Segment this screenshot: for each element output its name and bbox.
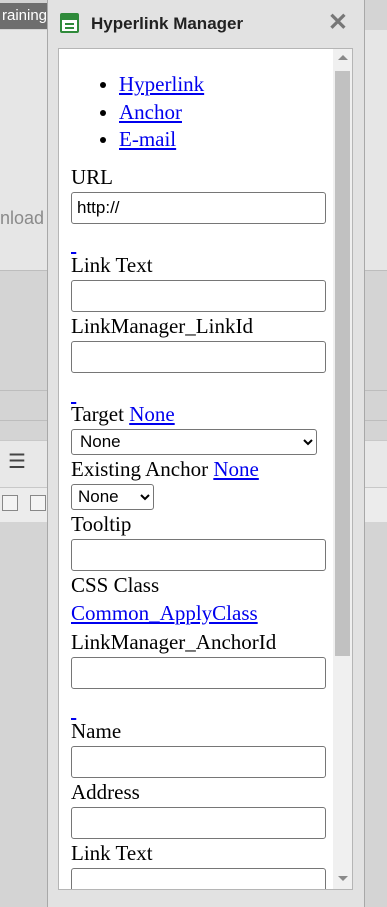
anchor-id-input[interactable] [71, 656, 326, 689]
document-icon [60, 13, 79, 33]
link-text-label: Link Text [71, 252, 153, 277]
vertical-scrollbar[interactable] [333, 49, 352, 889]
existing-anchor-none-link[interactable]: None [213, 457, 259, 481]
close-button[interactable]: ✕ [328, 11, 348, 35]
url-input[interactable] [71, 191, 326, 224]
scrollbar-thumb[interactable] [335, 71, 350, 656]
target-label: Target [71, 401, 124, 426]
link-id-input[interactable] [71, 340, 326, 373]
dialog-content-frame: Hyperlink Anchor E-mail URL Link Text Li… [58, 48, 353, 890]
toolbar-icon[interactable] [2, 495, 18, 511]
anchor-id-label: LinkManager_AnchorId [71, 629, 277, 654]
link-id-label: LinkManager_LinkId [71, 313, 253, 338]
scroll-down-icon[interactable] [338, 876, 348, 881]
anchor-name-label: Name [71, 718, 122, 743]
background-tab-label: raining [2, 7, 48, 24]
tab-anchor[interactable]: Anchor [119, 100, 182, 124]
address-input[interactable] [71, 806, 326, 839]
target-none-link[interactable]: None [129, 402, 175, 426]
tab-hyperlink-item: Hyperlink [119, 71, 335, 99]
existing-anchor-row: Existing Anchor None [71, 455, 335, 484]
tooltip-label: Tooltip [71, 511, 132, 536]
tab-email[interactable]: E-mail [119, 127, 176, 151]
target-row: Target None [71, 400, 335, 429]
anchor-link-text-label: Link Text [71, 840, 153, 865]
tooltip-input[interactable] [71, 538, 326, 571]
scroll-up-icon[interactable] [338, 55, 348, 60]
dialog-content: Hyperlink Anchor E-mail URL Link Text Li… [59, 49, 335, 889]
background-tab[interactable]: raining [0, 3, 48, 29]
toolbar-icon[interactable] [30, 495, 46, 511]
anchor-name-input[interactable] [71, 745, 326, 778]
css-class-link[interactable]: Common_ApplyClass [71, 601, 258, 625]
tab-email-item: E-mail [119, 126, 335, 154]
target-select[interactable]: None [71, 428, 317, 455]
background-text: nload [0, 208, 45, 228]
tab-anchor-item: Anchor [119, 99, 335, 127]
css-class-label: CSS Class [71, 572, 160, 597]
dialog-title: Hyperlink Manager [91, 14, 244, 33]
align-justify-icon[interactable]: ☰ [8, 449, 26, 474]
address-label: Address [71, 779, 140, 804]
hyperlink-manager-dialog: Hyperlink Manager ✕ Hyperlink Anchor E-m… [47, 0, 365, 907]
tab-hyperlink[interactable]: Hyperlink [119, 72, 204, 96]
anchor-link-text-input[interactable] [71, 867, 326, 889]
tab-list: Hyperlink Anchor E-mail [71, 71, 335, 154]
url-label: URL [71, 164, 113, 189]
existing-anchor-select[interactable]: None [71, 483, 154, 510]
link-text-input[interactable] [71, 279, 326, 312]
existing-anchor-label: Existing Anchor [71, 456, 209, 481]
dialog-titlebar[interactable]: Hyperlink Manager ✕ [48, 0, 364, 48]
